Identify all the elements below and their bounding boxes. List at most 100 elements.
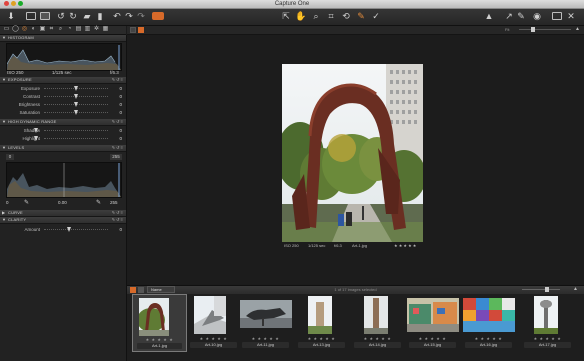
eyedropper-black-icon[interactable]: ✎ xyxy=(24,199,29,206)
browser-expand-icon[interactable]: ▲ xyxy=(573,286,578,292)
single-view-icon[interactable] xyxy=(130,27,136,33)
tools-icon[interactable]: ✕ xyxy=(566,11,576,22)
clarity-amount-slider[interactable]: Amount 0 xyxy=(0,226,126,233)
thumbnail-art-17[interactable]: ★ ★ ★ ★ ★ Art-17.jpg xyxy=(520,294,575,352)
title-bar: Capture One xyxy=(0,0,584,9)
photo-iso: ISO 250 xyxy=(284,243,299,248)
import-icon[interactable]: ⬇ xyxy=(6,11,16,22)
contrast-slider[interactable]: Contrast 0 xyxy=(0,93,126,100)
batch-tab-icon[interactable]: ▦ xyxy=(102,26,109,33)
exposure-header[interactable]: ▼ EXPOSURE ✎ ↺ ≡ xyxy=(0,77,126,84)
hdr-header[interactable]: ▼ HIGH DYNAMIC RANGE ✎ ↺ ≡ xyxy=(0,119,126,126)
selection-count: 1 of 17 images selected xyxy=(334,287,377,292)
composition-tab-icon[interactable]: ⌗ xyxy=(48,26,55,33)
spot-tool-icon[interactable]: ✓ xyxy=(370,11,382,22)
color-picker-tool-icon[interactable]: ✎ xyxy=(355,11,367,22)
color-tab-icon[interactable]: ◎ xyxy=(21,26,28,33)
zoom-tool-icon[interactable]: ⌕ xyxy=(310,11,322,22)
metadata-tab-icon[interactable]: ▥ xyxy=(84,26,91,33)
thumbnail-image xyxy=(534,296,558,334)
rotate-left-icon[interactable]: ↺ xyxy=(56,11,66,22)
curve-header[interactable]: ▶ CURVE ✎ ↺ ≡ xyxy=(0,210,126,217)
multi-view-icon[interactable] xyxy=(138,27,144,33)
undo-icon[interactable]: ↶ xyxy=(112,11,122,22)
section-options-icon[interactable]: ✎ ↺ ≡ xyxy=(112,217,123,223)
pencil-icon[interactable]: ✎ xyxy=(516,11,526,22)
details-tab-icon[interactable]: ⌕ xyxy=(57,26,64,33)
collapse-triangle-icon: ▼ xyxy=(2,217,6,222)
pan-tool-icon[interactable]: ✋ xyxy=(295,11,307,22)
levels-input-low[interactable]: 0 xyxy=(6,154,14,160)
levels-histogram xyxy=(6,162,122,198)
clarity-header[interactable]: ▼ CLARITY ✎ ↺ ≡ xyxy=(0,217,126,224)
trash-icon[interactable]: ▮ xyxy=(95,11,105,22)
highlight-slider[interactable]: Highlight 0 xyxy=(0,135,126,142)
levels-midpoint[interactable]: 0.00 xyxy=(58,200,67,205)
thumbnail-image xyxy=(240,300,292,328)
histogram-header[interactable]: ▼ HISTOGRAM xyxy=(0,35,126,42)
thumbnail-art-14[interactable]: ★ ★ ★ ★ ★ Art-14.jpg xyxy=(350,294,405,352)
crop-tool-icon[interactable]: ⌗ xyxy=(325,11,337,22)
proof-icon[interactable] xyxy=(552,12,562,20)
collapse-triangle-icon: ▼ xyxy=(2,119,6,124)
photo-aperture: f/6.3 xyxy=(334,243,342,248)
exposure-slider[interactable]: Exposure 0 xyxy=(0,85,126,92)
collapse-triangle-icon: ▼ xyxy=(2,145,6,150)
thumbnail-art-1[interactable]: ★ ★ ★ ★ ★ Art-1.jpg xyxy=(132,294,187,352)
thumbnail-art-16[interactable]: ★ ★ ★ ★ ★ Art-16.jpg xyxy=(461,294,516,352)
zoom-slider-knob[interactable] xyxy=(531,27,535,32)
exposure-tab-icon[interactable]: ◐ xyxy=(30,26,37,33)
thumbnail-image xyxy=(194,296,226,334)
section-options-icon[interactable]: ✎ ↺ ≡ xyxy=(112,210,123,216)
cursor-tool-icon[interactable]: ⇱ xyxy=(280,11,292,22)
library-tab-icon[interactable]: ▭ xyxy=(3,26,10,33)
levels-output-low[interactable]: 0 xyxy=(6,200,9,205)
zoom-slider[interactable] xyxy=(519,29,571,30)
warning-icon[interactable]: ▲ xyxy=(484,11,494,22)
levels-output-high[interactable]: 255 xyxy=(110,200,118,205)
thumbnail-art-13[interactable]: ★ ★ ★ ★ ★ Art-13.jpg xyxy=(294,294,349,352)
folder-icon[interactable]: ▰ xyxy=(82,11,92,22)
section-options-icon[interactable]: ✎ ↺ ≡ xyxy=(112,145,123,151)
histogram-graph xyxy=(6,43,122,71)
thumbnail-art-15[interactable]: ★ ★ ★ ★ ★ Art-15.jpg xyxy=(405,294,460,352)
levels-header[interactable]: ▼ LEVELS ✎ ↺ ≡ xyxy=(0,145,126,152)
section-options-icon[interactable]: ✎ ↺ ≡ xyxy=(112,77,123,83)
capture-icon[interactable] xyxy=(26,12,36,20)
zoom-label: Fit xyxy=(505,27,510,32)
thumbnail-image xyxy=(463,298,515,332)
main-photo[interactable] xyxy=(282,64,423,242)
rotate-right-icon[interactable]: ↻ xyxy=(68,11,78,22)
local-adjust-tab-icon[interactable]: ◔ xyxy=(66,26,73,33)
edit-icon[interactable]: ↗ xyxy=(504,11,514,22)
adjustments-tab-icon[interactable]: ▤ xyxy=(75,26,82,33)
tool-panel: ▼ HISTOGRAM ISO 250 1/125 sec f/6.3 ▼ EX… xyxy=(0,35,127,361)
rotate-tool-icon[interactable]: ⟲ xyxy=(340,11,352,22)
brightness-slider[interactable]: Brightness 0 xyxy=(0,101,126,108)
styles-icon[interactable] xyxy=(152,12,164,20)
expand-triangle-icon: ▶ xyxy=(2,210,6,215)
levels-input-high[interactable]: 255 xyxy=(110,154,122,160)
histogram-aperture: f/6.3 xyxy=(110,70,119,75)
thumbnail-art-11[interactable]: ★ ★ ★ ★ ★ Art-11.jpg xyxy=(238,294,293,352)
thumbnail-size-slider[interactable] xyxy=(522,289,560,290)
settings-icon[interactable]: ◉ xyxy=(532,11,542,22)
zoom-in-icon[interactable]: ▲ xyxy=(575,26,580,32)
tool-tabs: ▭ ◯ ◎ ◐ ▣ ⌗ ⌕ ◔ ▤ ▥ ✲ ▦ xyxy=(0,26,126,35)
reset-icon[interactable]: ↷ xyxy=(136,11,146,22)
arch-sculpture-image xyxy=(282,64,423,242)
thumbnail-art-10[interactable]: ★ ★ ★ ★ ★ Art-10.jpg xyxy=(186,294,241,352)
photo-rating[interactable]: ★ ★ ★ ★ ★ xyxy=(394,242,416,250)
saturation-slider[interactable]: Saturation 0 xyxy=(0,109,126,116)
section-options-icon[interactable]: ✎ ↺ ≡ xyxy=(112,119,123,125)
eyedropper-white-icon[interactable]: ✎ xyxy=(96,199,101,206)
output-tab-icon[interactable]: ✲ xyxy=(93,26,100,33)
collapse-triangle-icon: ▼ xyxy=(2,77,6,82)
capture-tab-icon[interactable]: ◯ xyxy=(12,26,19,33)
shadow-slider[interactable]: Shadow 0 xyxy=(0,127,126,134)
viewer-icon[interactable] xyxy=(40,12,50,20)
lens-tab-icon[interactable]: ▣ xyxy=(39,26,46,33)
thumbnail-image xyxy=(139,298,169,336)
redo-icon[interactable]: ↷ xyxy=(124,11,134,22)
thumbnail-size-knob[interactable] xyxy=(545,287,549,292)
